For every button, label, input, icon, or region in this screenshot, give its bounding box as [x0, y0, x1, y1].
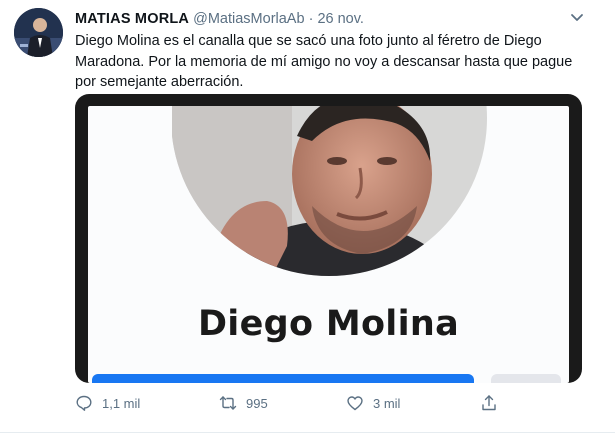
like-count: 3 mil: [373, 395, 401, 411]
reply-count: 1,1 mil: [102, 395, 141, 411]
author-handle[interactable]: @MatiasMorlaAb: [193, 11, 304, 27]
tweet-text: Diego Molina es el canalla que se sacó u…: [75, 33, 573, 90]
tweet-media-image[interactable]: Diego Molina: [75, 94, 582, 383]
heart-icon: [347, 396, 363, 411]
author-name[interactable]: MATIAS MORLA: [75, 11, 189, 27]
share-icon: [482, 395, 496, 411]
like-button[interactable]: 3 mil: [346, 392, 400, 414]
comment-icon: [76, 395, 92, 411]
tweet-header: MATIAS MORLA @MatiasMorlaAb · 26 nov.: [75, 10, 364, 28]
add-to-story-button: [92, 374, 474, 383]
profile-screenshot: Diego Molina: [88, 106, 569, 383]
tweet[interactable]: MATIAS MORLA @MatiasMorlaAb · 26 nov. Di…: [0, 0, 615, 433]
retweet-button[interactable]: 995: [219, 392, 268, 414]
profile-photo: [172, 106, 487, 276]
share-button[interactable]: [480, 392, 498, 414]
profile-name: Diego Molina: [197, 304, 460, 344]
retweet-icon: [219, 396, 237, 410]
retweet-count: 995: [246, 395, 268, 411]
more-options-button: [491, 374, 561, 383]
tweet-actions: 1,1 mil 995 3 mil: [75, 392, 595, 416]
reply-button[interactable]: 1,1 mil: [75, 392, 140, 414]
tweet-date[interactable]: 26 nov.: [317, 11, 364, 27]
separator-dot: ·: [308, 11, 314, 27]
chevron-down-icon[interactable]: [568, 8, 586, 26]
author-avatar[interactable]: [14, 8, 63, 57]
